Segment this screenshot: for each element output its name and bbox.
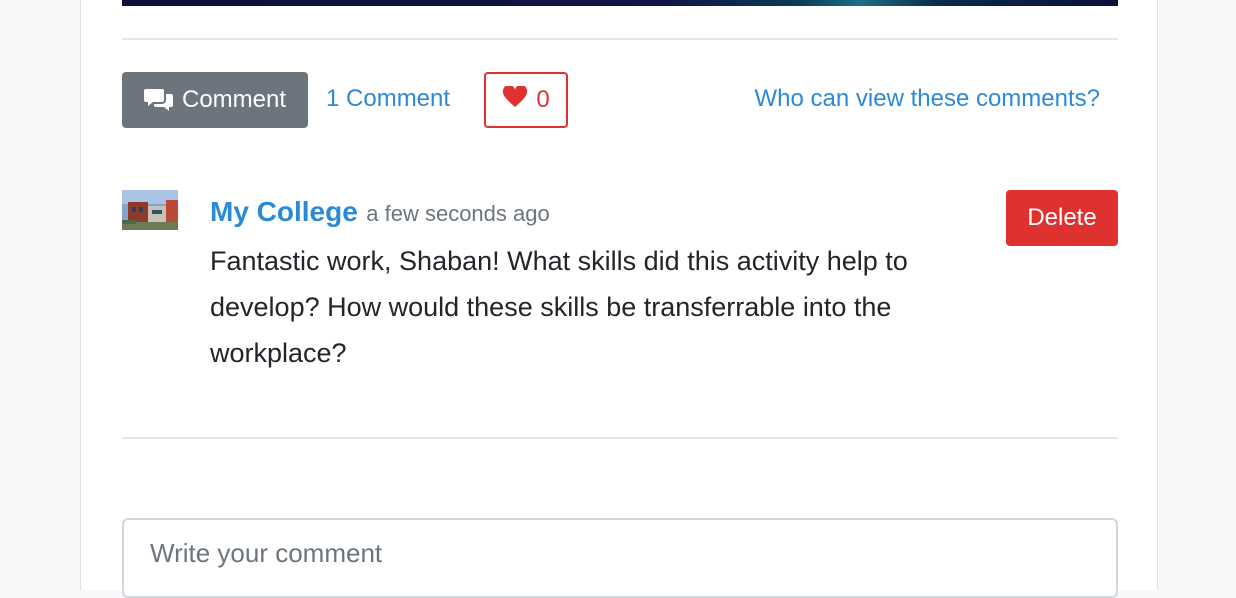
comments-icon [143,87,174,113]
comment-button[interactable]: Comment [122,72,308,128]
comment-count-link[interactable]: 1 Comment [326,84,450,114]
comment-header: My College a few seconds ago [210,196,550,228]
post-media-image[interactable] [122,0,1118,6]
comment-button-label: Comment [181,86,287,113]
heart-icon [502,84,528,115]
comment-body: Fantastic work, Shaban! What skills did … [210,246,908,368]
comment-input[interactable] [122,518,1118,598]
avatar[interactable] [122,190,178,230]
divider [122,38,1118,40]
visibility-link[interactable]: Who can view these comments? [755,84,1100,114]
comment-timestamp: a few seconds ago [366,201,550,226]
delete-comment-button[interactable]: Delete [1006,190,1118,246]
comment-author-link[interactable]: My College [210,196,358,227]
like-button[interactable]: 0 [484,72,568,128]
divider [122,437,1118,439]
like-count: 0 [536,86,550,113]
